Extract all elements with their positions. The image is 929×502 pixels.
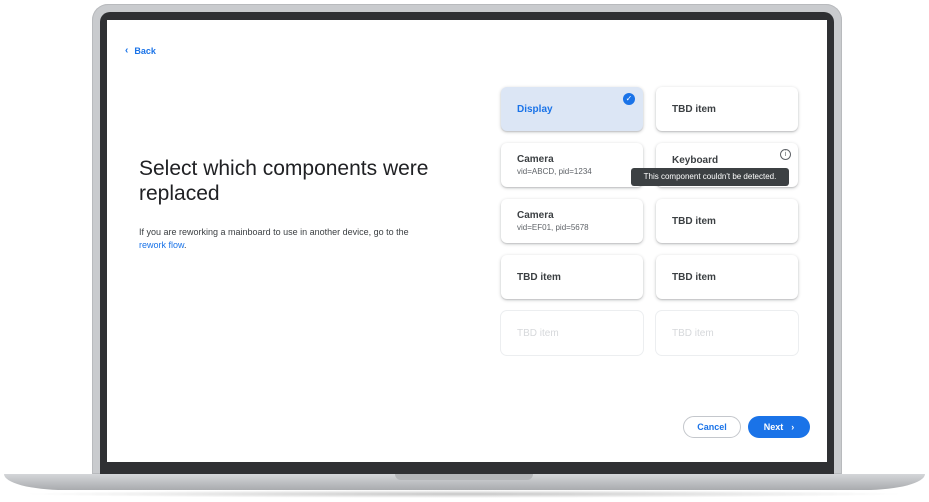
component-card-display[interactable]: Display ✓ (501, 87, 643, 131)
laptop-screen: ‹ Back Select which components were repl… (107, 20, 827, 462)
component-card-tbd[interactable]: TBD item (501, 255, 643, 299)
page-description: If you are reworking a mainboard to use … (139, 226, 419, 252)
component-card-tbd[interactable]: TBD item (656, 87, 798, 131)
component-name: TBD item (517, 327, 559, 339)
chevron-right-icon: › (791, 422, 795, 432)
not-detected-tooltip: This component couldn't be detected. (631, 168, 789, 186)
info-icon[interactable]: i (780, 149, 791, 160)
cancel-button[interactable]: Cancel (683, 416, 741, 438)
component-card-tbd[interactable]: TBD item (656, 255, 798, 299)
cancel-label: Cancel (697, 422, 727, 432)
check-circle-icon: ✓ (623, 93, 635, 105)
component-name: Camera (517, 154, 554, 165)
component-name: TBD item (672, 271, 716, 283)
component-card-tbd-disabled: TBD item (501, 311, 643, 355)
next-label: Next (763, 422, 784, 432)
component-ids: vid=EF01, pid=5678 (517, 223, 589, 232)
component-name: Display (517, 103, 553, 115)
rework-flow-link[interactable]: rework flow (139, 240, 184, 250)
laptop-base-notch (395, 474, 533, 480)
back-label: Back (134, 46, 156, 56)
component-card-tbd[interactable]: TBD item (656, 199, 798, 243)
component-name: TBD item (672, 103, 716, 115)
laptop-shadow (20, 490, 909, 498)
component-card-tbd-disabled: TBD item (656, 311, 798, 355)
component-name: TBD item (672, 327, 714, 339)
next-button[interactable]: Next › (748, 416, 810, 438)
component-name: Keyboard (672, 154, 719, 166)
component-card-camera[interactable]: Camera vid=ABCD, pid=1234 (501, 143, 643, 187)
page-title: Select which components were replaced (139, 157, 429, 205)
component-name: TBD item (672, 215, 716, 227)
component-name: Camera (517, 210, 554, 221)
component-card-camera[interactable]: Camera vid=EF01, pid=5678 (501, 199, 643, 243)
component-name: TBD item (517, 271, 561, 283)
component-ids: vid=ABCD, pid=1234 (517, 167, 592, 176)
back-link[interactable]: ‹ Back (125, 45, 156, 57)
description-suffix: . (184, 240, 187, 250)
chevron-left-icon: ‹ (125, 45, 129, 56)
description-text: If you are reworking a mainboard to use … (139, 227, 409, 237)
